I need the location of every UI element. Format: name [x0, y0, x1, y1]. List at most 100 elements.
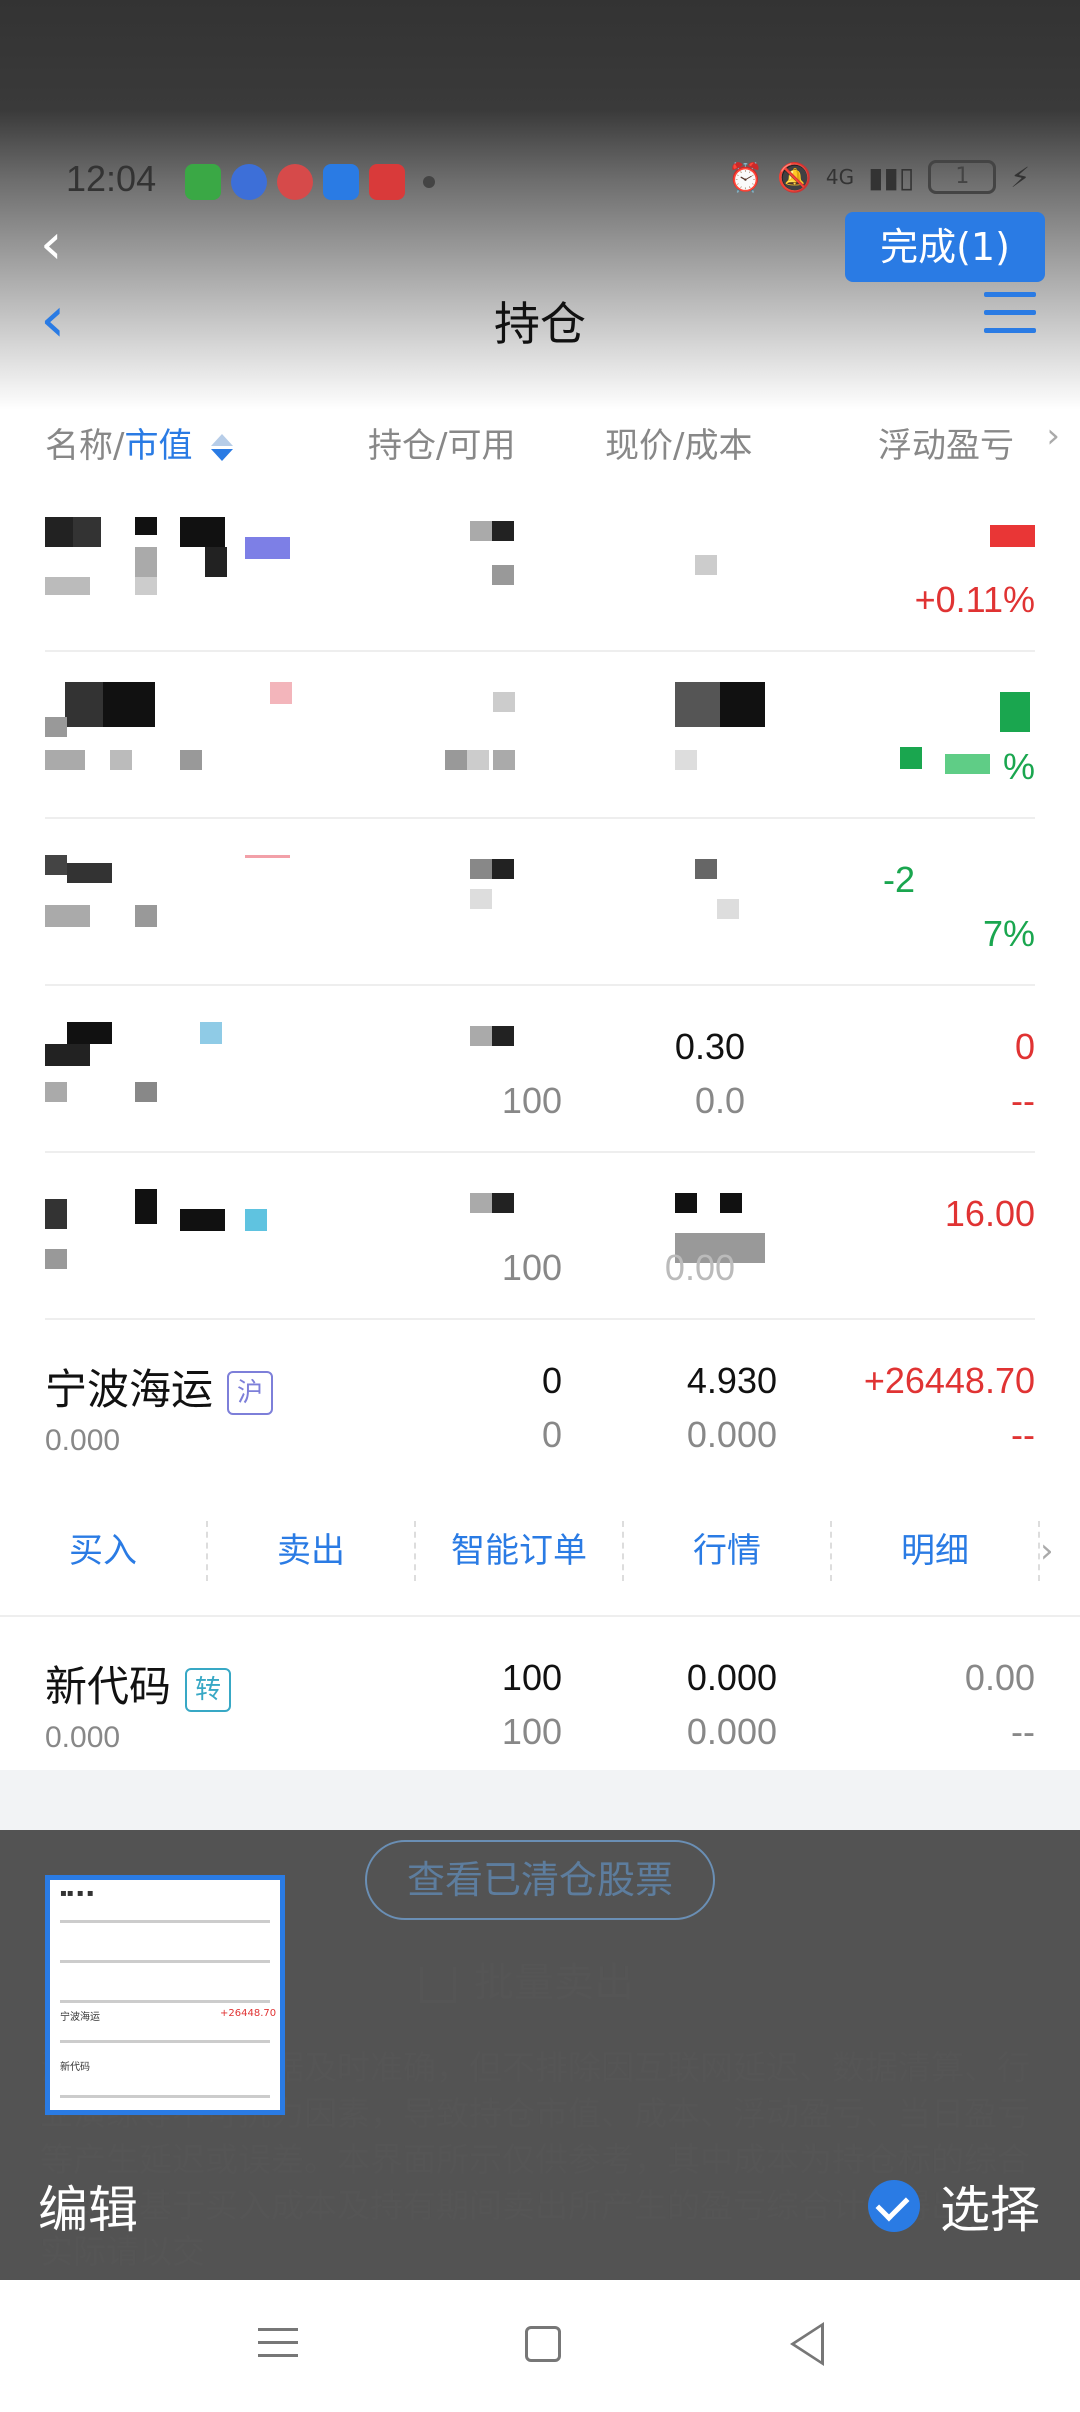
sell-button[interactable]: 卖出 — [208, 1521, 416, 1581]
view-cleared-stocks-button[interactable]: 查看已清仓股票 — [365, 1840, 715, 1920]
edit-button[interactable]: 编辑 — [38, 2170, 138, 2242]
chevron-right-icon[interactable]: › — [1046, 416, 1060, 456]
holdings-list: +0.11% % -2 7% 100 0.30 0.0 0 -- 100 0.0… — [0, 485, 1080, 1784]
market-value: 0.000 — [45, 1721, 121, 1754]
holding-row[interactable]: -2 7% — [45, 819, 1035, 986]
pnl-value: +26448.70 — [863, 1360, 1035, 1401]
current-price: 0.30 — [674, 1026, 745, 1067]
editor-back-icon[interactable]: ‹ — [40, 217, 80, 273]
col-price-label[interactable]: 现价/成本 — [605, 418, 752, 467]
quote-button[interactable]: 行情 — [624, 1521, 832, 1581]
charging-icon: ⚡ — [1010, 160, 1030, 194]
thumb-line — [60, 2000, 270, 2003]
pnl-value: 0.00 — [964, 1657, 1035, 1698]
market-value: 0.000 — [45, 1424, 121, 1457]
chevron-right-icon[interactable]: › — [1040, 1531, 1080, 1571]
holding-row-new[interactable]: 新代码转 0.000 100 100 0.000 0.000 0.00 -- — [45, 1617, 1035, 1784]
screenshot-thumbnail[interactable]: ▪▪ ▪ ▪ 宁波海运 +26448.70 新代码 — [45, 1875, 285, 2115]
stock-name: 新代码转 — [45, 1653, 232, 1714]
current-price: 4.930 — [686, 1360, 777, 1401]
pixelated-pnl — [990, 525, 1035, 547]
pnl-percent: -- — [1011, 1080, 1035, 1121]
pixelated-price — [675, 682, 765, 777]
holding-row[interactable]: % — [45, 652, 1035, 819]
pixelated-name — [45, 855, 305, 945]
pixelated-name — [45, 1022, 305, 1112]
pixelated-name — [45, 682, 305, 777]
select-button[interactable]: 选择 — [868, 2170, 1040, 2242]
thumb-line — [60, 1960, 270, 1963]
thumb-line — [60, 1920, 270, 1923]
upload-icon — [420, 1967, 456, 2003]
pixelated-holdings — [470, 1026, 520, 1050]
status-time: 12:04 — [66, 158, 157, 199]
holding-row[interactable]: 100 0.30 0.0 0 -- — [45, 986, 1035, 1153]
app-icon — [185, 164, 221, 200]
batch-sell-label: 批量卖出 — [474, 1960, 634, 2006]
buy-button[interactable]: 买入 — [0, 1521, 208, 1581]
available-qty: 0 — [541, 1414, 562, 1455]
holding-qty: 0 — [541, 1360, 562, 1401]
col-pnl-label[interactable]: 浮动盈亏 — [878, 418, 1014, 467]
status-indicators: ⏰ 🔕 4G ▮▮▯ 1 ⚡ — [728, 160, 1030, 194]
list-menu-icon[interactable] — [984, 292, 1036, 340]
thumb-text: ▪▪ ▪ ▪ — [60, 1888, 94, 1899]
more-dot-icon — [423, 176, 435, 188]
pnl-percent: 7% — [982, 913, 1035, 954]
holding-row[interactable]: 100 0.00 16.00 — [45, 1153, 1035, 1320]
system-nav-bar — [0, 2280, 1080, 2412]
holding-row-ningbo[interactable]: 宁波海运沪 0.000 0 0 4.930 0.000 +26448.70 -- — [45, 1320, 1035, 1487]
mute-icon: 🔕 — [776, 160, 812, 194]
pnl-value: 0 — [1014, 1026, 1035, 1067]
holding-row[interactable]: +0.11% — [45, 485, 1035, 652]
back-nav-icon[interactable] — [790, 2322, 824, 2366]
current-price: 0.000 — [686, 1657, 777, 1698]
pixelated-price — [695, 859, 765, 939]
pixelated-holdings — [470, 1193, 520, 1217]
thumb-line — [60, 2095, 270, 2098]
available-qty: 100 — [501, 1080, 562, 1121]
cost-price: 0.0 — [694, 1080, 745, 1121]
pixelated-name — [45, 1189, 305, 1279]
home-icon[interactable] — [525, 2326, 561, 2362]
section-gap — [0, 1770, 1080, 1830]
cost-price: 0.000 — [686, 1711, 777, 1752]
col-market-value-label: 市值 — [124, 426, 193, 466]
smart-order-button[interactable]: 智能订单 — [416, 1521, 624, 1581]
alarm-icon: ⏰ — [728, 160, 763, 194]
pnl-percent: -- — [1011, 1711, 1035, 1752]
stock-name-text: 新代码 — [45, 1662, 172, 1711]
screenshot-editor-overlay: 查看已清仓股票 批量卖出 海通证券力求数据及时准确，但不排除因互联网延迟、数据清… — [0, 1830, 1080, 2280]
pnl-percent: % — [1002, 746, 1035, 787]
pixelated-holdings — [445, 692, 520, 772]
row-action-bar: 买入 卖出 智能订单 行情 明细 › — [0, 1487, 1080, 1617]
done-button[interactable]: 完成(1) — [845, 212, 1045, 282]
stock-name-text: 宁波海运 — [45, 1365, 214, 1414]
available-qty: 100 — [501, 1711, 562, 1752]
pixelated-holdings — [470, 859, 520, 939]
col-holdings-label[interactable]: 持仓/可用 — [368, 418, 515, 467]
column-header: 名称/市值 持仓/可用 现价/成本 浮动盈亏 › — [0, 410, 1080, 480]
app-icon — [369, 164, 405, 200]
network-label: 4G — [825, 165, 855, 189]
pixelated-holdings — [470, 521, 520, 601]
pnl-value: 16.00 — [944, 1193, 1035, 1234]
pixelated-name — [45, 517, 345, 607]
page-title: 持仓 — [494, 297, 586, 351]
sort-icon — [211, 434, 234, 461]
thumb-pnl: +26448.70 — [220, 2008, 277, 2019]
batch-sell-button[interactable]: 批量卖出 — [420, 1950, 634, 2008]
app-icon — [277, 164, 313, 200]
recent-apps-icon[interactable] — [258, 2328, 298, 2367]
pnl-percent: -- — [1011, 1414, 1035, 1455]
thumb-line — [60, 2040, 270, 2043]
detail-button[interactable]: 明细 — [832, 1521, 1040, 1581]
status-app-icons — [185, 164, 435, 200]
thumb-new-code: 新代码 — [60, 2062, 90, 2073]
col-name-label: 名称/ — [45, 426, 125, 466]
alipay-icon — [323, 164, 359, 200]
sort-by-market-value[interactable]: 名称/市值 — [45, 418, 234, 467]
status-bar: 12:04 ⏰ 🔕 4G ▮▮▯ 1 ⚡ — [0, 150, 1080, 220]
pnl-percent: +0.11% — [914, 579, 1035, 620]
holding-qty: 100 — [501, 1657, 562, 1698]
